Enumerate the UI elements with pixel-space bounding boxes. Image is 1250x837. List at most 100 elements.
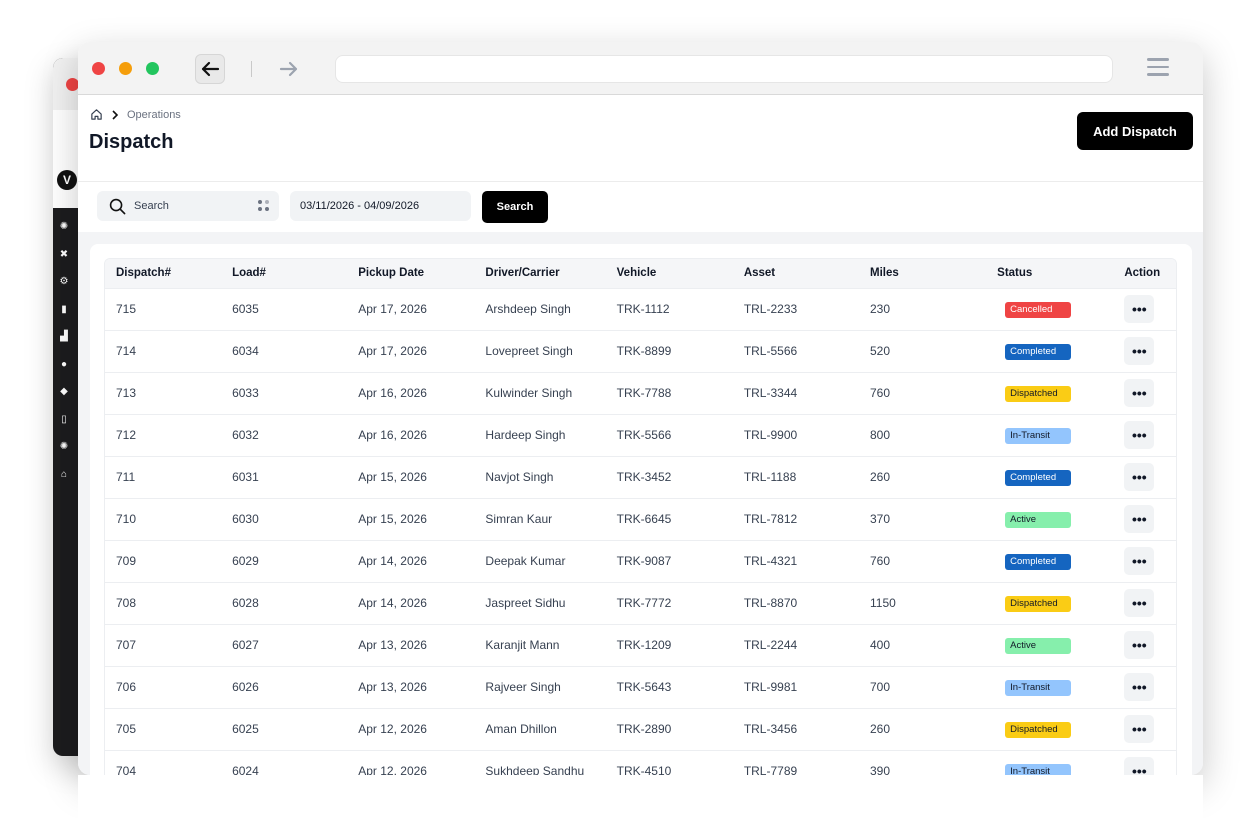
cell-driver: Arshdeep Singh	[485, 302, 571, 316]
back-button[interactable]	[195, 54, 225, 84]
table-row[interactable]: 707 6027 Apr 13, 2026 Karanjit Mann TRK-1209…	[105, 624, 1176, 666]
row-actions-button[interactable]: •••	[1124, 505, 1155, 533]
header-col-action[interactable]: Action	[1113, 259, 1176, 288]
cell-load: 6024	[232, 764, 259, 776]
row-actions-button[interactable]: •••	[1124, 379, 1155, 407]
row-actions-button[interactable]: •••	[1124, 463, 1155, 491]
cell-load: 6032	[232, 428, 259, 442]
table-row[interactable]: 711 6031 Apr 15, 2026 Navjot Singh TRK-3452 T…	[105, 456, 1176, 498]
status-badge: Dispatched	[1005, 595, 1072, 612]
search-field[interactable]	[97, 191, 279, 221]
tools-icon[interactable]: ✖	[58, 249, 70, 261]
search-button[interactable]: Search	[482, 191, 548, 223]
cell-miles: 760	[869, 554, 891, 568]
address-bar[interactable]	[335, 55, 1113, 83]
cell-status: Cancelled	[986, 288, 1113, 330]
header-col-miles[interactable]: Miles	[859, 259, 986, 288]
date-range-picker[interactable]: 03/11/2026 - 04/09/2026	[290, 191, 471, 221]
row-actions-button[interactable]: •••	[1124, 757, 1155, 776]
team-icon[interactable]: ◆	[58, 386, 70, 398]
header-col-vehicle[interactable]: Vehicle	[606, 259, 733, 288]
cell-miles: 700	[869, 680, 891, 694]
cell-status: Dispatched	[986, 708, 1113, 750]
minimize-window-button[interactable]	[119, 62, 132, 75]
header-col-load[interactable]: Load#	[221, 259, 347, 288]
map-icon[interactable]: ▰	[58, 194, 70, 206]
cell-load: 6028	[232, 596, 259, 610]
menu-icon[interactable]	[1147, 58, 1171, 78]
row-actions-button[interactable]: •••	[1124, 673, 1155, 701]
cell-driver: Kulwinder Singh	[485, 386, 573, 400]
filter-options-icon[interactable]	[258, 200, 270, 212]
cell-date: Apr 14, 2026	[358, 596, 427, 610]
cell-dispatch: 712	[116, 427, 137, 442]
cell-date: Apr 15, 2026	[358, 512, 427, 526]
cell-load: 6027	[232, 638, 259, 652]
search-icon	[109, 198, 126, 214]
row-actions-button[interactable]: •••	[1124, 589, 1155, 617]
gear-icon[interactable]: ⚙	[58, 276, 70, 288]
cell-driver: Rajveer Singh	[485, 680, 561, 694]
table-row[interactable]: 708 6028 Apr 14, 2026 Jaspreet Sidhu TRK-777…	[105, 582, 1176, 624]
table-row[interactable]: 713 6033 Apr 16, 2026 Kulwinder Singh TRK-77…	[105, 372, 1176, 414]
cell-asset: TRL-3456	[743, 722, 798, 736]
cell-load: 6025	[232, 722, 259, 736]
status-badge: Completed	[1005, 553, 1072, 570]
breadcrumb-operations[interactable]: Operations	[127, 109, 181, 121]
cell-load: 6029	[232, 554, 259, 568]
table-row[interactable]: 704 6024 Apr 12, 2026 Sukhdeep Sandhu TRK-45…	[105, 750, 1176, 777]
cell-load: 6035	[232, 302, 259, 316]
table-row[interactable]: 715 6035 Apr 17, 2026 Arshdeep Singh TRK-111…	[105, 288, 1176, 330]
header-col-asset[interactable]: Asset	[733, 259, 859, 288]
header-col-dispatch[interactable]: Dispatch#	[105, 259, 221, 288]
cell-date: Apr 17, 2026	[358, 344, 427, 358]
row-actions-button[interactable]: •••	[1124, 715, 1155, 743]
cell-action: •••	[1113, 750, 1176, 776]
driver-icon[interactable]: ●	[58, 359, 70, 371]
breadcrumb: Operations	[90, 108, 181, 121]
settings-alt-icon[interactable]: ✺	[58, 441, 70, 453]
cell-date: Apr 17, 2026	[358, 302, 427, 316]
browser-titlebar	[78, 42, 1203, 95]
add-dispatch-button[interactable]: Add Dispatch	[1077, 112, 1193, 150]
status-badge: Active	[1005, 511, 1072, 528]
header-col-pickup-date[interactable]: Pickup Date	[347, 259, 474, 288]
app-logo: V	[57, 170, 77, 190]
header-col-driver[interactable]: Driver/Carrier	[474, 259, 605, 288]
table-row[interactable]: 710 6030 Apr 15, 2026 Simran Kaur TRK-6645 TR…	[105, 498, 1176, 540]
table-row[interactable]: 714 6034 Apr 17, 2026 Lovepreet Singh TRK-88…	[105, 330, 1176, 372]
table-row[interactable]: 706 6026 Apr 13, 2026 Rajveer Singh TRK-5643…	[105, 666, 1176, 708]
home-icon[interactable]	[90, 108, 103, 121]
cell-dispatch: 704	[116, 763, 137, 777]
status-badge: Dispatched	[1005, 721, 1072, 738]
table-row[interactable]: 709 6029 Apr 14, 2026 Deepak Kumar TRK-9087 T…	[105, 540, 1176, 582]
forward-button[interactable]	[274, 54, 304, 84]
cell-load: 6034	[232, 344, 259, 358]
table-row[interactable]: 712 6032 Apr 16, 2026 Hardeep Singh TRK-5566…	[105, 414, 1176, 456]
cell-miles: 760	[869, 386, 891, 400]
row-actions-button[interactable]: •••	[1124, 295, 1155, 323]
settings-icon[interactable]: ✺	[58, 221, 70, 233]
cell-action: •••	[1113, 498, 1176, 540]
row-actions-button[interactable]: •••	[1124, 421, 1155, 449]
row-actions-button[interactable]: •••	[1124, 337, 1155, 365]
search-input[interactable]	[134, 200, 244, 212]
home-icon[interactable]: ⌂	[58, 469, 70, 481]
cell-action: •••	[1113, 372, 1176, 414]
page-header: Operations Dispatch Add Dispatch	[78, 95, 1203, 182]
cell-miles: 800	[869, 428, 891, 442]
cell-status: Completed	[986, 330, 1113, 372]
cell-asset: TRL-1188	[743, 470, 797, 484]
document-icon[interactable]: ▯	[58, 414, 70, 426]
row-actions-button[interactable]: •••	[1124, 547, 1155, 575]
chart-icon[interactable]: ▟	[58, 331, 70, 343]
row-actions-button[interactable]: •••	[1124, 631, 1155, 659]
fuel-icon[interactable]: ▮	[58, 304, 70, 316]
close-window-button[interactable]	[92, 62, 105, 75]
table-row[interactable]: 705 6025 Apr 12, 2026 Aman Dhillon TRK-2890 T…	[105, 708, 1176, 750]
cell-date: Apr 13, 2026	[358, 638, 427, 652]
cell-dispatch: 711	[116, 469, 136, 484]
maximize-window-button[interactable]	[146, 62, 159, 75]
header-col-status[interactable]: Status	[986, 259, 1113, 288]
cell-date: Apr 16, 2026	[358, 428, 427, 442]
